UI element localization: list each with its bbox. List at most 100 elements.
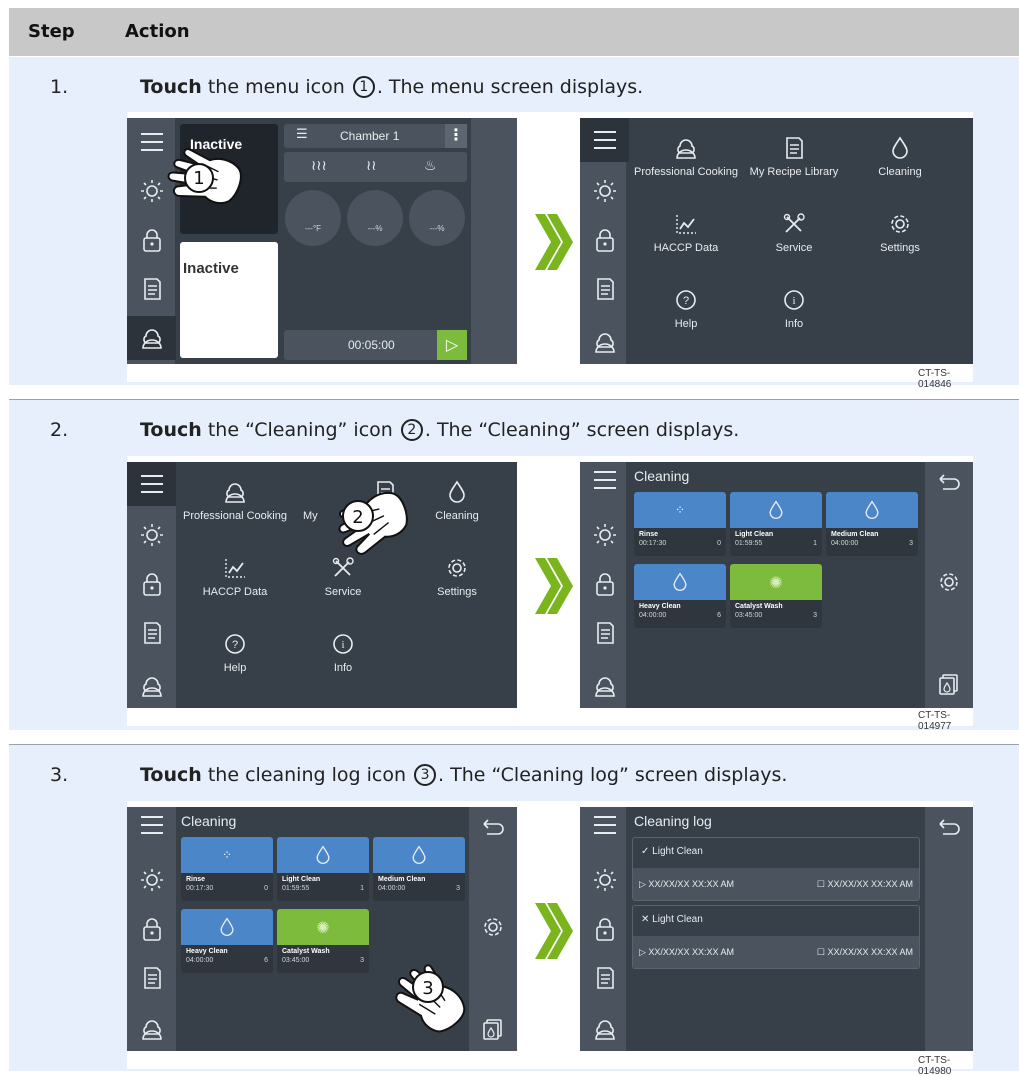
humidity-dial[interactable]: ---% [409,190,465,246]
menu-help[interactable]: Help [626,288,746,330]
cleaning-screen: Cleaning ⁘ Rinse 00:17:30 0 Light Clean 01:5… [127,807,517,1051]
chef-icon [141,329,162,349]
chef-icon [594,333,615,353]
table-header: Step Action [9,8,1019,56]
sun-icon [139,523,164,547]
callout-marker: 1 [352,76,375,98]
program-heavy-clean[interactable]: Heavy Clean 04:00:00 6 [634,564,726,628]
menu-service[interactable]: Service [283,556,403,598]
timer-bar[interactable]: 00:05:00 ▷ [284,330,467,360]
cleaning-screen: Cleaning ⁘ Rinse 00:17:30 0 Light Clean 01:5… [580,462,973,708]
menu-my-recipe-library[interactable]: My [267,480,394,522]
program-light-clean[interactable]: Light Clean 01:59:55 1 [730,492,822,556]
recipe-doc-icon [143,967,161,989]
chef-icon [225,483,245,503]
chamber-bar[interactable]: ☰ Chamber 1 ⋮ [284,124,467,148]
menu-info[interactable]: Info [734,288,854,330]
drop-icon [449,481,465,503]
log-entry[interactable]: ✕ Light Clean ▷ XX/XX/XX XX:XX AM ☐ XX/XX… [632,905,920,969]
back-icon [939,474,960,490]
svg-text:2: 2 [352,507,363,528]
menu-icon [139,816,164,834]
lock-icon [142,573,161,596]
menu-help[interactable]: Help [175,632,295,674]
program-medium-clean[interactable]: Medium Clean 04:00:00 3 [373,837,465,901]
drop-icon [673,573,687,591]
callout-marker: 2 [400,419,423,441]
chef-icon [141,1020,162,1040]
cleaning-log-icon [483,1019,502,1040]
svg-text:1: 1 [193,168,204,189]
back-icon [483,819,504,835]
tools-icon [783,213,805,233]
lock-icon [595,229,614,252]
menu-settings[interactable]: Settings [840,212,960,254]
program-medium-clean[interactable]: Medium Clean 04:00:00 3 [826,492,918,556]
program-heavy-clean[interactable]: Heavy Clean 04:00:00 6 [181,909,273,973]
help-icon [676,290,696,310]
menu-haccp-data[interactable]: HACCP Data [626,212,746,254]
recipe-doc-icon [596,967,614,989]
figure-code: CT-TS-014846 [918,368,952,390]
chef-icon [594,677,615,697]
pointing-hand: 1 [162,134,247,218]
program-rinse[interactable]: ⁘ Rinse 00:17:30 0 [181,837,273,901]
spray-icon: ⁘ [221,848,233,862]
step-instruction: Touch the “Cleaning” icon 2. The “Cleani… [140,419,740,441]
menu-my-recipe-library[interactable]: My Recipe Library [734,136,854,178]
program-catalyst-wash[interactable]: ✺ Catalyst Wash 03:45:00 3 [277,909,369,973]
sun-icon [139,868,164,892]
program-rinse[interactable]: ⁘ Rinse 00:17:30 0 [634,492,726,556]
temp-dial[interactable]: ---°F [285,190,341,246]
swirl-icon: ✺ [769,572,783,592]
drop-icon [865,500,879,519]
drop-icon [892,137,908,159]
gear-icon [940,573,958,591]
menu-info[interactable]: Info [283,632,403,674]
menu-service[interactable]: Service [734,212,854,254]
menu-icon [592,816,617,834]
mode-bar[interactable]: ≀≀≀ ≀≀ ♨ [284,152,467,182]
drop-icon [769,500,783,519]
gear-icon [891,215,909,233]
menu-screen: Professional Cooking My Cleaning HACCP D… [127,462,517,708]
log-entry[interactable]: ✓ Light Clean ▷ XX/XX/XX XX:XX AM ☐ XX/XX… [632,837,920,901]
menu-cleaning[interactable]: Cleaning [840,136,960,178]
lock-icon [142,918,161,941]
pointing-hand: 2 [322,478,432,562]
chart-icon [676,214,697,234]
program-catalyst-wash[interactable]: ✺ Catalyst Wash 03:45:00 3 [730,564,822,628]
recipe-doc-icon [143,278,161,300]
menu-haccp-data[interactable]: HACCP Data [175,556,295,598]
pointing-hand: 3 [386,947,479,1051]
menu-professional-cooking[interactable]: Professional Cooking [626,136,746,178]
svg-text:3: 3 [422,978,433,999]
double-chevron-icon [535,558,573,614]
back-icon [939,819,960,835]
screen-title: Cleaning [181,813,237,829]
drop-icon [220,918,234,936]
header-step: Step [28,21,75,42]
figure-1: Inactive Inactive ☰ Chamber 1 ⋮ ≀≀≀ ≀≀ ♨… [127,112,973,390]
header-action: Action [125,21,190,42]
fan-dial[interactable]: ---% [347,190,403,246]
info-icon [333,634,353,654]
double-chevron-icon [535,903,573,959]
lock-icon [595,918,614,941]
sun-icon [592,179,617,203]
menu-icon [592,471,617,489]
swirl-icon: ✺ [316,917,330,937]
cross-icon: ✕ [641,914,650,925]
recipe-doc-icon [596,622,614,644]
menu-icon [139,475,164,493]
program-light-clean[interactable]: Light Clean 01:59:55 1 [277,837,369,901]
gear-icon [484,918,502,936]
menu-icon [592,131,617,149]
figure-2: Professional Cooking My Cleaning HACCP D… [127,456,973,732]
drop-icon [316,846,330,864]
sun-icon [592,523,617,547]
menu-settings[interactable]: Settings [397,556,517,598]
callout-marker: 3 [414,764,437,786]
sliders-icon: ☰ [296,127,308,142]
double-chevron-icon [535,214,573,270]
